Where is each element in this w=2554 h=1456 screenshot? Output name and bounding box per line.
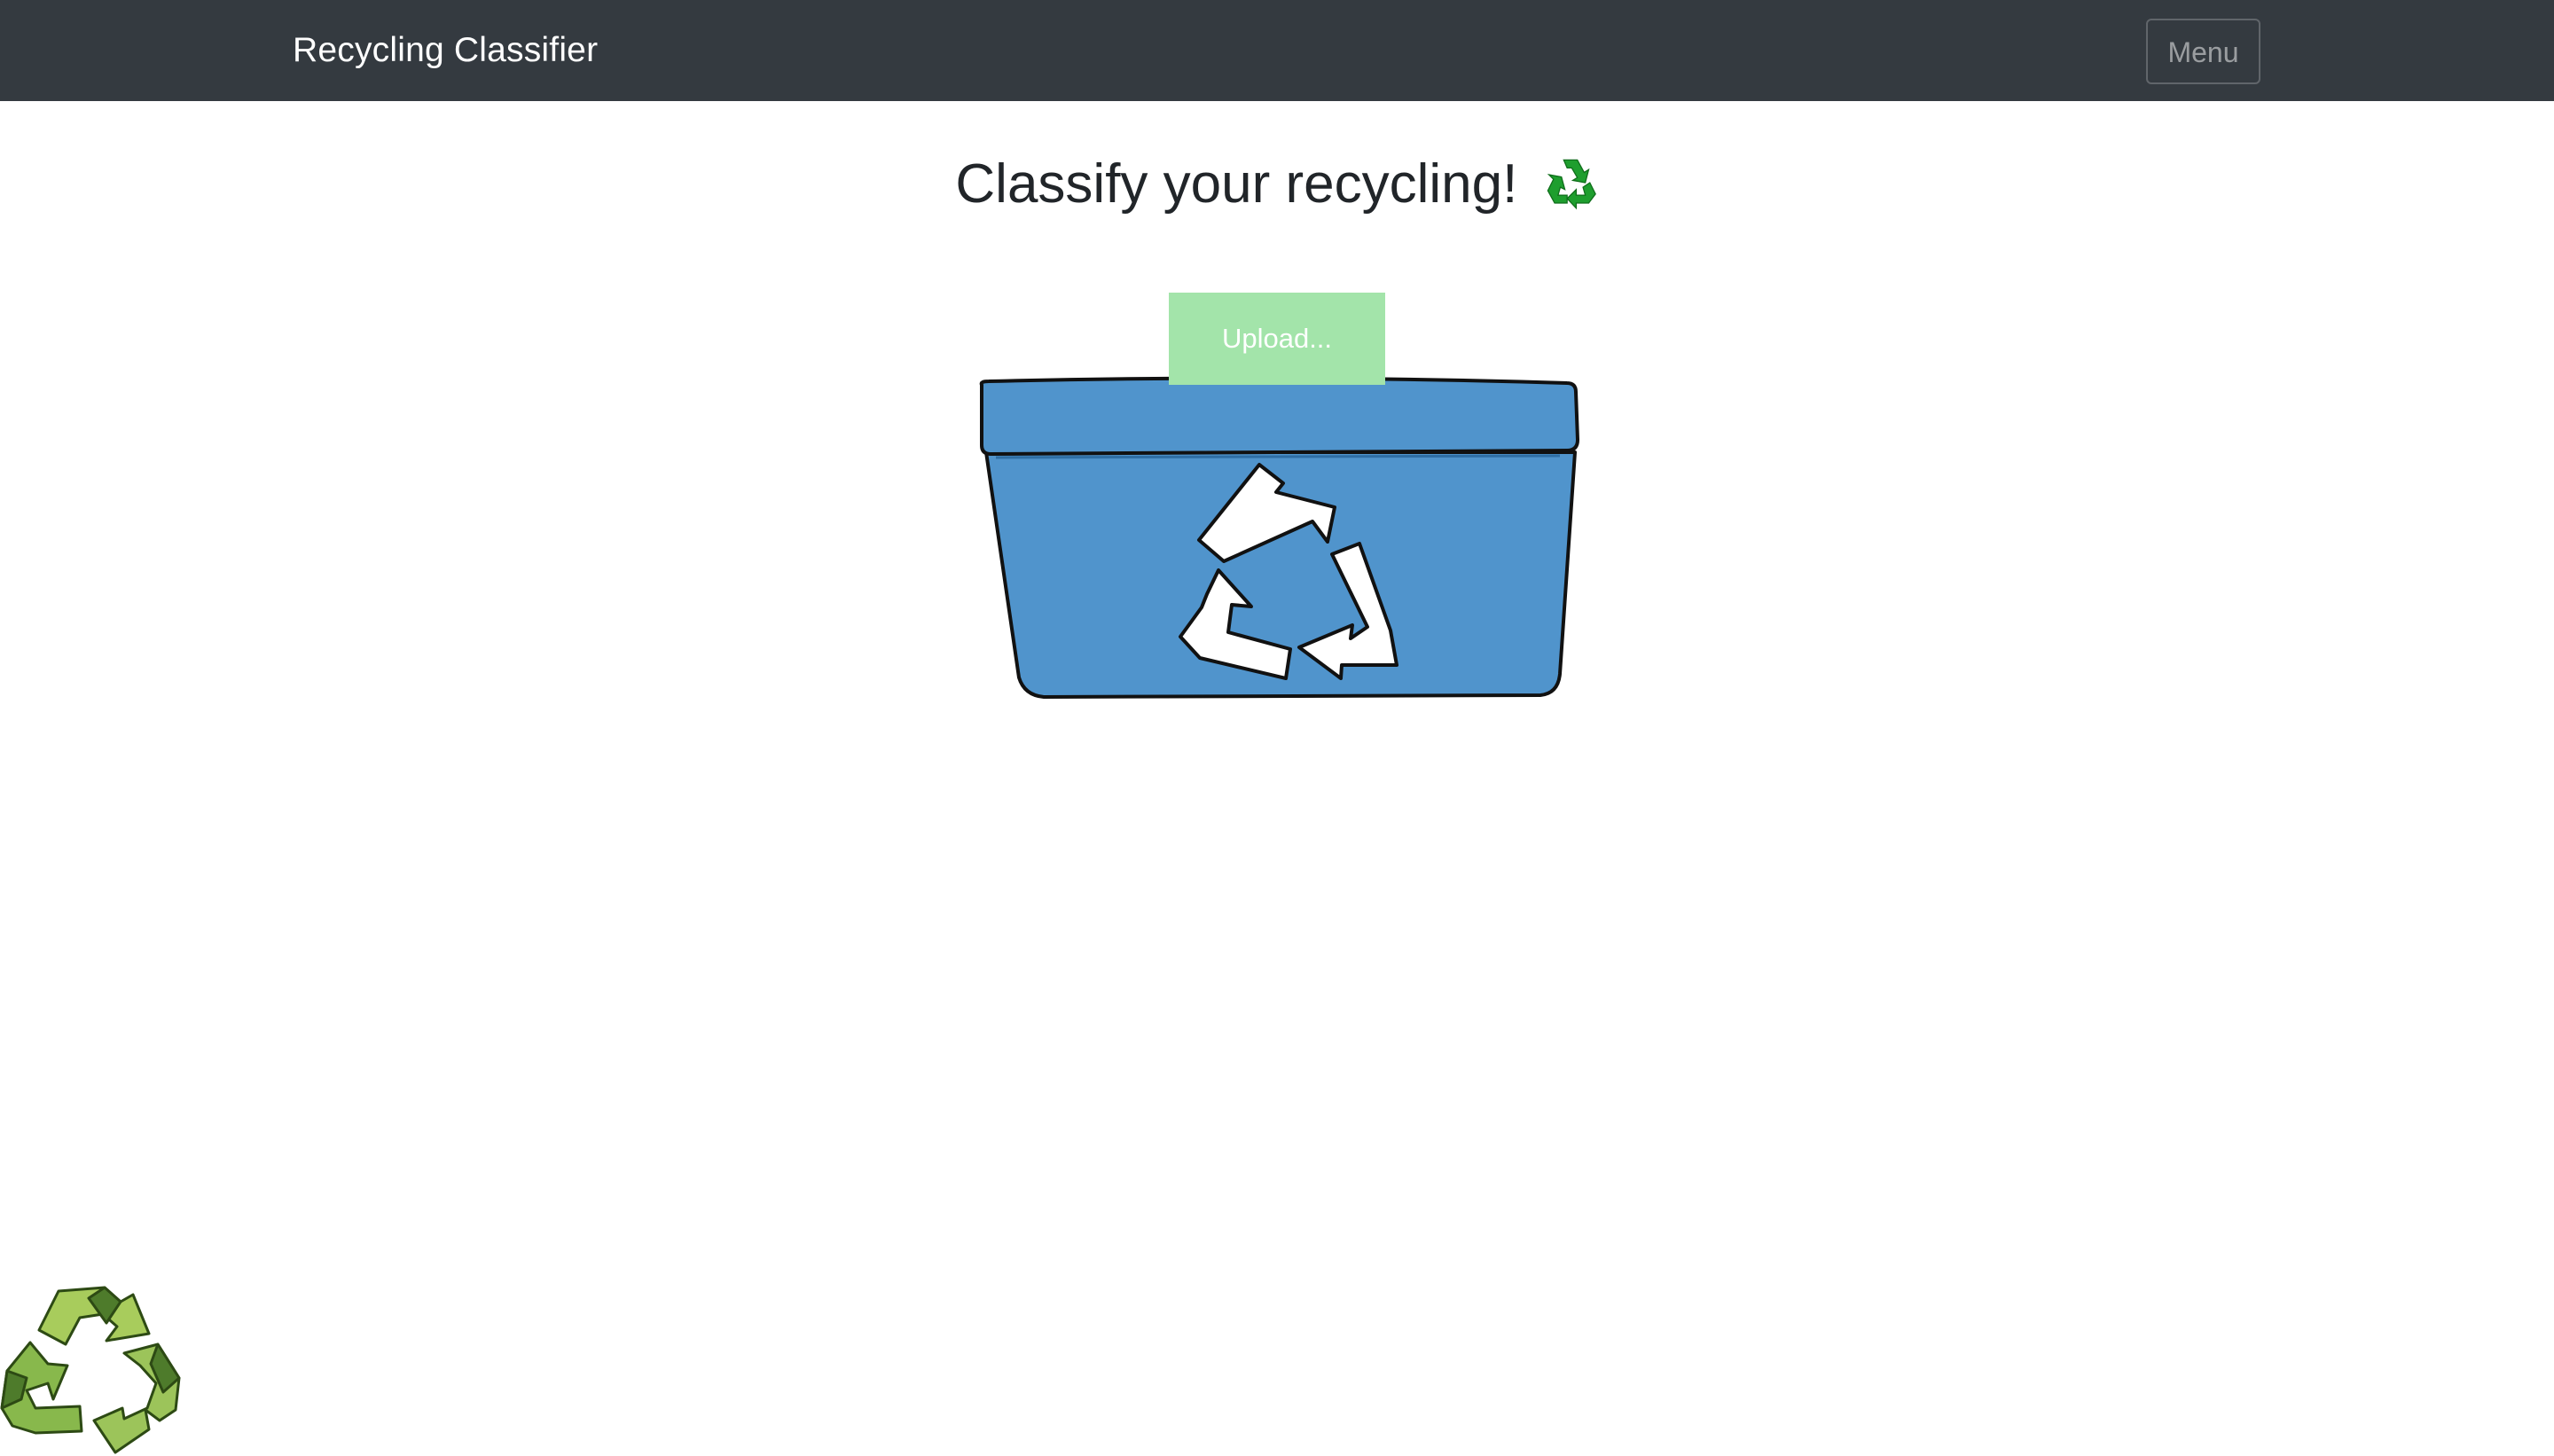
recycling-bin-image bbox=[979, 376, 1579, 699]
page-title: Classify your recycling! bbox=[0, 153, 2554, 224]
menu-button[interactable]: Menu bbox=[2146, 19, 2260, 84]
page-title-text: Classify your recycling! bbox=[955, 153, 1518, 215]
recycling-logo-icon bbox=[0, 1286, 181, 1454]
recycling-symbol-icon bbox=[1542, 154, 1599, 224]
upload-button[interactable]: Upload... bbox=[1169, 293, 1385, 385]
brand-title[interactable]: Recycling Classifier bbox=[293, 0, 598, 101]
navbar: Recycling Classifier Menu bbox=[0, 0, 2554, 101]
